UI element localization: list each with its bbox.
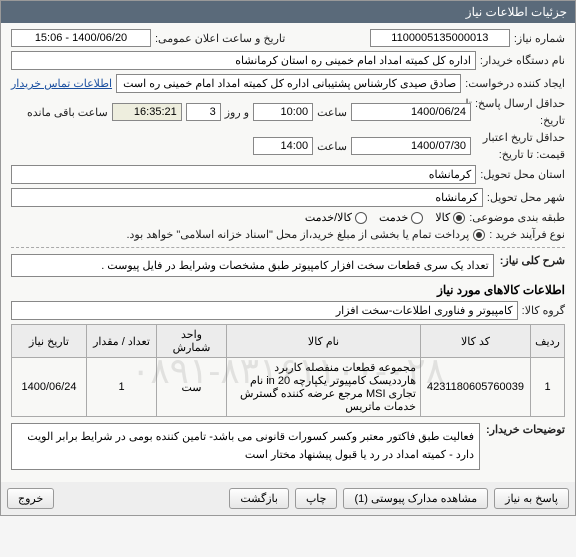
cell-unit: ست [157,358,227,417]
button-bar: پاسخ به نیاز مشاهده مدارک پیوستی (1) چاپ… [1,482,575,515]
radio-both[interactable]: کالا/خدمت [305,211,367,224]
cell-date: 1400/06/24 [12,358,87,417]
goods-section-title: اطلاعات کالاهای مورد نیاز [11,283,565,297]
city-deliv-field: کرمانشاه [11,188,483,207]
requester-field: صادق صیدی کارشناس پشتیبانی اداره کل کمیت… [116,74,461,93]
contact-link[interactable]: اطلاعات تماس خریدار [11,77,112,90]
cat-radio-group: کالا خدمت کالا/خدمت [305,211,465,224]
radio-goods-label: کالا [435,211,450,224]
table-row: 1 4231180605760039 مجموعه قطعات منفصله ک… [12,358,565,417]
announce-field: 1400/06/20 - 15:06 [11,29,151,47]
th-qty: تعداد / مقدار [87,325,157,358]
buy-proc-label: نوع فرآیند خرید : [489,228,565,241]
cell-row: 1 [531,358,565,417]
th-code: کد کالا [421,325,531,358]
summary-field: تعداد یک سری قطعات سخت افزار کامپیوتر طب… [11,254,494,277]
deadline-label-b: تاریخ: [475,114,565,127]
remain-field: 16:35:21 [112,103,182,121]
radio-both-label: کالا/خدمت [305,211,352,224]
summary-label: شرح کلی نیاز: [500,254,565,267]
need-no-label: شماره نیاز: [514,32,565,45]
valid-label-b: قیمت: تا تاریخ: [475,148,565,161]
city-deliv-label: شهر محل تحویل: [487,191,565,204]
buyer-label: نام دستگاه خریدار: [480,54,565,67]
back-button[interactable]: بازگشت [229,488,289,509]
reply-button[interactable]: پاسخ به نیاز [494,488,569,509]
exit-button[interactable]: خروج [7,488,54,509]
attachments-button[interactable]: مشاهده مدارک پیوستی (1) [343,488,488,509]
valid-time: 14:00 [253,137,313,155]
valid-label-a: حداقل تاریخ اعتبار [475,131,565,144]
requester-label: ایجاد کننده درخواست: [465,77,565,90]
radio-goods[interactable]: کالا [435,211,465,224]
buyer-field: اداره کل کمیته امداد امام خمینی ره استان… [11,51,476,70]
radio-dot-icon [411,212,423,224]
cell-name: مجموعه قطعات منفصله کاربرد هارددیسک کامپ… [227,358,421,417]
need-no-field: 1100005135000013 [370,29,510,47]
group-field: کامپیوتر و فناوری اطلاعات-سخت افزار [11,301,518,320]
deadline-label-a: حداقل ارسال پاسخ: تا [475,97,565,110]
announce-label: تاریخ و ساعت اعلان عمومی: [155,32,285,45]
cat-label: طبقه بندی موضوعی: [469,211,565,224]
goods-table: ردیف کد کالا نام کالا واحد شمارش تعداد /… [11,324,565,417]
cell-qty: 1 [87,358,157,417]
goods-table-wrap: ردیف کد کالا نام کالا واحد شمارش تعداد /… [11,324,565,417]
deadline-time-label: ساعت [317,106,347,119]
th-row: ردیف [531,325,565,358]
city-req-field: کرمانشاه [11,165,476,184]
deadline-time: 10:00 [253,103,313,121]
radio-dot-icon [453,212,465,224]
valid-time-label: ساعت [317,140,347,153]
table-header-row: ردیف کد کالا نام کالا واحد شمارش تعداد /… [12,325,565,358]
radio-dot-icon[interactable] [473,229,485,241]
valid-date: 1400/07/30 [351,137,471,155]
th-unit: واحد شمارش [157,325,227,358]
city-req-label: استان محل تحویل: [480,168,565,181]
days-label: و روز [225,106,249,119]
section-header: جزئیات اطلاعات نیاز [1,1,575,23]
radio-service[interactable]: خدمت [379,211,423,224]
radio-dot-icon [355,212,367,224]
days-field: 3 [186,103,221,121]
explain-label: توضیحات خریدار: [486,423,565,436]
deadline-date: 1400/06/24 [351,103,471,121]
cell-code: 4231180605760039 [421,358,531,417]
radio-service-label: خدمت [379,211,408,224]
remain-label: ساعت باقی مانده [27,106,108,119]
buy-proc-text: پرداخت تمام یا بخشی از مبلغ خرید،از محل … [126,228,469,241]
print-button[interactable]: چاپ [295,488,338,509]
group-label: گروه کالا: [522,304,565,317]
th-date: تاریخ نیاز [12,325,87,358]
th-name: نام کالا [227,325,421,358]
explain-field: فعالیت طبق فاکتور معتبر وکسر کسورات قانو… [11,423,480,470]
